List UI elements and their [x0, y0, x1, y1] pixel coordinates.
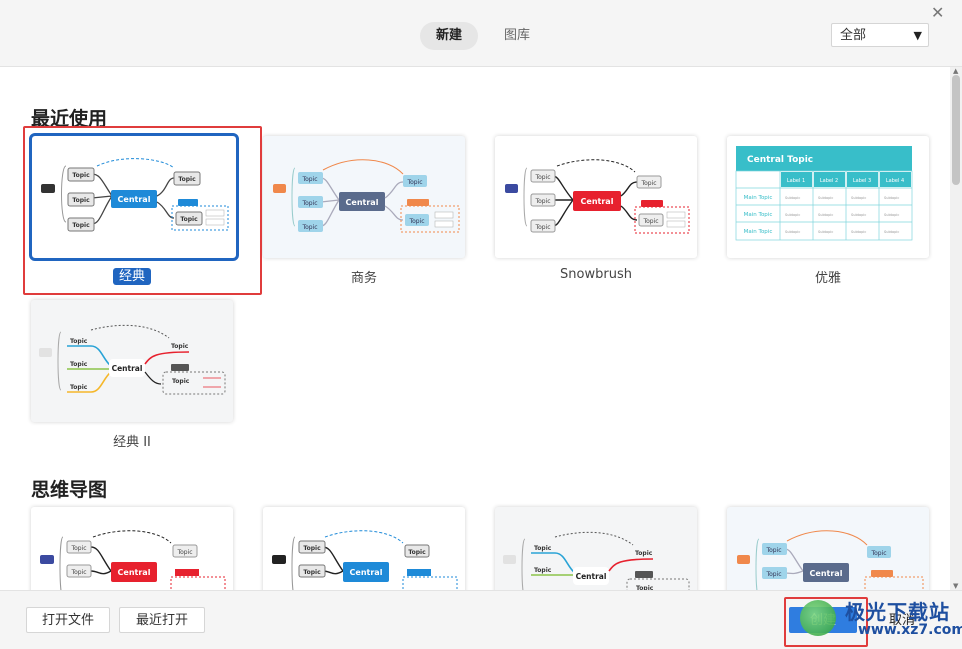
watermark-url: www.xz7.com	[858, 622, 962, 638]
thumb-topic-label: Topic	[171, 343, 189, 350]
mindmap-classic-dark-thumbnail: Topic Topic Central Topic	[40, 530, 226, 590]
template-card-snowbrush[interactable]: Topic Topic Topic Central Topic Topic	[495, 136, 697, 258]
thumb-topic-label: Topic	[70, 361, 88, 368]
thumb-label-2: Label 2	[820, 178, 838, 184]
template-card-mindmap-colorful[interactable]: Topic Topic Central Topic Topic	[495, 507, 697, 590]
chevron-down-icon: ▼	[913, 29, 922, 42]
thumb-topic-label: Topic	[70, 338, 88, 345]
scrollbar-thumb[interactable]	[952, 75, 960, 185]
section-title-mindmap: 思维导图	[31, 479, 108, 501]
snowbrush-thumbnail: Topic Topic Topic Central Topic Topic	[505, 159, 690, 234]
thumb-label-1: Label 1	[787, 178, 805, 184]
tab-new[interactable]: 新建	[420, 22, 479, 50]
template-label-snowbrush: Snowbrush	[560, 267, 632, 282]
thumb-central-label: Central	[810, 569, 843, 578]
tab-gallery[interactable]: 图库	[488, 22, 546, 50]
thumb-topic-label: Topic	[303, 569, 321, 576]
thumb-subtopic-label: Subtopic	[818, 230, 833, 234]
thumb-subtopic-label: Subtopic	[785, 213, 800, 217]
thumb-topic-label: Topic	[534, 545, 552, 552]
scroll-up-icon[interactable]: ▲	[953, 67, 958, 75]
open-file-button[interactable]: 打开文件	[26, 607, 110, 633]
thumb-topic-label: Topic	[301, 224, 317, 231]
annotation-highlight-box	[23, 126, 262, 295]
thumb-main-topic-label: Main Topic	[744, 229, 773, 235]
thumb-topic-label: Topic	[640, 180, 656, 187]
template-card-elegant[interactable]: Central Topic Label 1 Label 2 Label 3 La…	[727, 136, 929, 258]
business-thumbnail: Topic Topic Topic Central Topic Topic	[273, 159, 460, 233]
view-tabs: 新建 图库	[420, 22, 546, 50]
thumb-topic-label: Topic	[765, 547, 781, 554]
close-icon[interactable]: ✕	[931, 3, 944, 22]
thumb-subtopic-label: Subtopic	[884, 196, 899, 200]
mindmap-colorful-thumbnail: Topic Topic Central Topic Topic	[503, 531, 690, 590]
thumb-topic-label: Topic	[303, 545, 321, 552]
thumb-central-label: Central	[112, 364, 143, 373]
template-card-mindmap-classic-dark[interactable]: Topic Topic Central Topic	[31, 507, 233, 590]
template-card-mindmap-business[interactable]: Topic Topic Central Topic	[727, 507, 929, 590]
thumb-topic-label: Topic	[765, 571, 781, 578]
thumb-subtopic-label: Subtopic	[884, 213, 899, 217]
thumb-topic-label: Topic	[176, 549, 192, 556]
thumb-main-topic-label: Main Topic	[744, 195, 773, 201]
thumb-main-topic-label: Main Topic	[744, 212, 773, 218]
template-card-classic-ii[interactable]: Topic Topic Topic Central Topic Topic	[31, 300, 233, 422]
recent-open-button[interactable]: 最近打开	[119, 607, 205, 633]
thumb-central-label: Central	[118, 568, 151, 577]
thumb-topic-label: Topic	[534, 567, 552, 574]
thumb-central-label: Central	[576, 572, 607, 581]
thumb-subtopic-label: Subtopic	[851, 230, 866, 234]
thumb-subtopic-label: Subtopic	[884, 230, 899, 234]
scroll-down-icon[interactable]: ▼	[953, 582, 958, 590]
mindmap-classic-blue-thumbnail: Topic Topic Central Topic	[272, 530, 458, 590]
thumb-central-label: Central	[346, 198, 379, 207]
thumb-subtopic-label: Subtopic	[851, 213, 866, 217]
template-label-business: 商务	[350, 271, 377, 286]
thumb-central-topic-label: Central Topic	[747, 155, 813, 165]
thumb-subtopic-label: Subtopic	[785, 230, 800, 234]
elegant-thumbnail: Central Topic Label 1 Label 2 Label 3 La…	[735, 146, 913, 241]
template-label-classic-ii: 经典 II	[113, 435, 151, 450]
thumb-label-3: Label 3	[853, 178, 871, 184]
category-filter-select[interactable]: 全部 ▼	[831, 23, 929, 47]
thumb-subtopic-label: Subtopic	[818, 196, 833, 200]
thumb-central-label: Central	[350, 568, 383, 577]
thumb-topic-label: Topic	[301, 176, 317, 183]
thumb-topic-label: Topic	[301, 200, 317, 207]
thumb-label-4: Label 4	[886, 178, 904, 184]
mindmap-business-thumbnail: Topic Topic Central Topic	[737, 530, 924, 590]
watermark-logo-icon	[800, 600, 836, 636]
thumb-topic-label: Topic	[408, 218, 424, 225]
thumb-topic-label: Topic	[172, 378, 190, 385]
template-card-business[interactable]: Topic Topic Topic Central Topic Topic	[263, 136, 465, 258]
vertical-scrollbar[interactable]: ▲ ▼	[950, 67, 962, 590]
thumb-topic-label: Topic	[70, 384, 88, 391]
thumb-subtopic-label: Subtopic	[818, 213, 833, 217]
thumb-topic-label: Topic	[408, 549, 426, 556]
thumb-topic-label: Topic	[70, 545, 86, 552]
thumb-central-label: Central	[581, 197, 614, 206]
thumb-topic-label: Topic	[534, 224, 550, 231]
watermark-title: 极光下载站	[845, 600, 950, 624]
thumb-topic-label: Topic	[70, 569, 86, 576]
thumb-topic-label: Topic	[642, 218, 658, 225]
thumb-subtopic-label: Subtopic	[851, 196, 866, 200]
category-filter-value: 全部	[840, 28, 867, 43]
classic-ii-thumbnail: Topic Topic Topic Central Topic Topic	[39, 324, 226, 395]
template-label-elegant: 优雅	[814, 271, 841, 286]
thumb-topic-label: Topic	[406, 179, 422, 186]
thumb-topic-label: Topic	[870, 550, 886, 557]
dialog-header: 新建 图库 全部 ▼ ✕	[0, 0, 962, 67]
thumb-subtopic-label: Subtopic	[785, 196, 800, 200]
template-card-mindmap-classic-blue[interactable]: Topic Topic Central Topic	[263, 507, 465, 590]
thumb-topic-label: Topic	[534, 174, 550, 181]
thumb-topic-label: Topic	[635, 550, 653, 557]
watermark: 极光下载站 www.xz7.com	[800, 592, 962, 646]
thumb-topic-label: Topic	[534, 198, 550, 205]
